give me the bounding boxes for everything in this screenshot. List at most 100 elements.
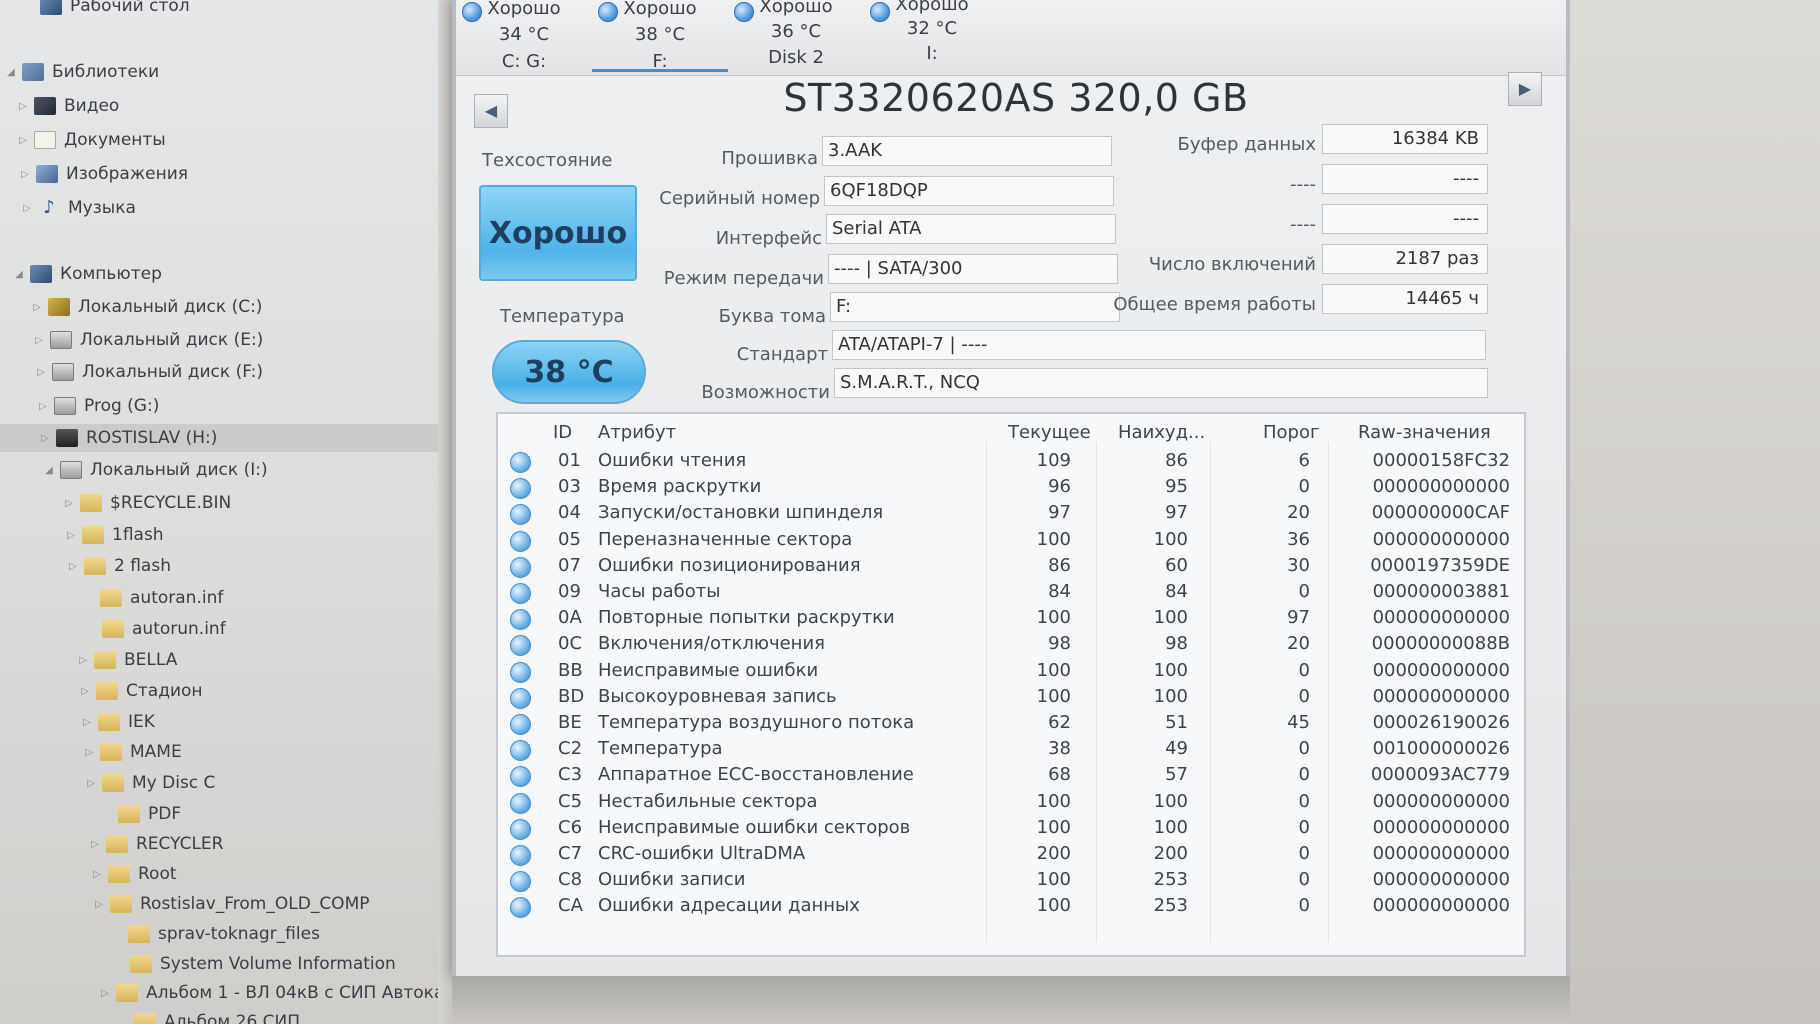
smart-id-cell[interactable]: 0A xyxy=(558,607,588,628)
smart-threshold-cell[interactable]: 0 xyxy=(1210,476,1310,497)
expand-arrow-icon[interactable]: ▷ xyxy=(66,561,80,572)
tree-item[interactable]: ▷ Root xyxy=(90,860,176,888)
smart-id-cell[interactable]: CA xyxy=(558,895,588,916)
smart-raw-cell[interactable]: 000000000000 xyxy=(1336,607,1510,628)
expand-arrow-icon[interactable]: ▷ xyxy=(80,717,94,728)
smart-worst-cell[interactable]: 100 xyxy=(1096,791,1188,812)
tree-item[interactable]: ▷ ROSTISLAV (H:) xyxy=(0,424,438,452)
expand-arrow-icon[interactable]: ▷ xyxy=(32,335,46,346)
tree-item[interactable]: ▷ Альбом 1 - ВЛ 04кВ с СИП Автокад xyxy=(98,979,452,1007)
expand-arrow-icon[interactable]: ▷ xyxy=(30,302,44,313)
tree-item[interactable]: Альбом 26 СИП xyxy=(116,1008,300,1024)
column-header-raw[interactable]: Raw-значения xyxy=(1358,422,1491,443)
smart-worst-cell[interactable]: 95 xyxy=(1096,476,1188,497)
smart-attribute-cell[interactable]: Запуски/остановки шпинделя xyxy=(598,502,978,523)
smart-id-cell[interactable]: BD xyxy=(558,686,588,707)
tree-item[interactable]: autoran.inf xyxy=(82,584,223,612)
expand-arrow-icon[interactable]: ▷ xyxy=(62,498,76,509)
tree-item[interactable]: ▷ Локальный диск (E:) xyxy=(32,326,263,354)
smart-threshold-cell[interactable]: 36 xyxy=(1210,529,1310,550)
smart-threshold-cell[interactable]: 0 xyxy=(1210,791,1310,812)
expand-arrow-icon[interactable]: ▷ xyxy=(34,367,48,378)
smart-raw-cell[interactable]: 000000000000 xyxy=(1336,869,1510,890)
smart-current-cell[interactable]: 200 xyxy=(986,843,1071,864)
smart-current-cell[interactable]: 100 xyxy=(986,817,1071,838)
tree-item[interactable]: ◢ Локальный диск (I:) xyxy=(42,456,267,484)
smart-attribute-cell[interactable]: Ошибки записи xyxy=(598,869,978,890)
smart-attribute-cell[interactable]: Ошибки позиционирования xyxy=(598,555,978,576)
tree-item[interactable]: PDF xyxy=(100,800,181,828)
smart-attribute-cell[interactable]: Температура воздушного потока xyxy=(598,712,978,733)
smart-current-cell[interactable]: 98 xyxy=(986,633,1071,654)
smart-id-cell[interactable]: 05 xyxy=(558,529,588,550)
expand-arrow-icon[interactable]: ▷ xyxy=(18,169,32,180)
smart-raw-cell[interactable]: 00000000088B xyxy=(1336,633,1510,654)
expand-arrow-icon[interactable]: ▷ xyxy=(84,778,98,789)
expand-arrow-icon[interactable]: ▷ xyxy=(76,655,90,666)
smart-raw-cell[interactable]: 000000000000 xyxy=(1336,529,1510,550)
smart-attribute-cell[interactable]: Ошибки адресации данных xyxy=(598,895,978,916)
smart-raw-cell[interactable]: 000000000000 xyxy=(1336,817,1510,838)
tree-item[interactable]: ▷ $RECYCLE.BIN xyxy=(62,489,231,517)
smart-raw-cell[interactable]: 000000000CAF xyxy=(1336,502,1510,523)
smart-attribute-cell[interactable]: Нестабильные сектора xyxy=(598,791,978,812)
expand-arrow-icon[interactable]: ▷ xyxy=(88,839,102,850)
smart-attribute-cell[interactable]: Включения/отключения xyxy=(598,633,978,654)
smart-id-cell[interactable]: 03 xyxy=(558,476,588,497)
smart-threshold-cell[interactable]: 20 xyxy=(1210,633,1310,654)
smart-worst-cell[interactable]: 49 xyxy=(1096,738,1188,759)
health-status-button[interactable]: Хорошо xyxy=(479,185,637,281)
smart-id-cell[interactable]: C2 xyxy=(558,738,588,759)
smart-raw-cell[interactable]: 000000000000 xyxy=(1336,686,1510,707)
smart-threshold-cell[interactable]: 0 xyxy=(1210,895,1310,916)
smart-threshold-cell[interactable]: 0 xyxy=(1210,843,1310,864)
tree-item[interactable]: ◢ Библиотеки xyxy=(4,58,159,86)
smart-current-cell[interactable]: 100 xyxy=(986,660,1071,681)
smart-id-cell[interactable]: C3 xyxy=(558,764,588,785)
expand-arrow-icon[interactable]: ▷ xyxy=(20,203,34,214)
smart-threshold-cell[interactable]: 0 xyxy=(1210,686,1310,707)
smart-worst-cell[interactable]: 100 xyxy=(1096,529,1188,550)
smart-id-cell[interactable]: BE xyxy=(558,712,588,733)
column-header-attribute[interactable]: Атрибут xyxy=(598,422,676,443)
tree-item[interactable]: ▷ Prog (G:) xyxy=(36,392,159,420)
smart-current-cell[interactable]: 100 xyxy=(986,607,1071,628)
smart-current-cell[interactable]: 62 xyxy=(986,712,1071,733)
tree-item[interactable]: ▷ BELLA xyxy=(76,646,177,674)
tree-item[interactable]: sprav-toknagr_files xyxy=(110,920,320,948)
smart-worst-cell[interactable]: 200 xyxy=(1096,843,1188,864)
expand-arrow-icon[interactable]: ▷ xyxy=(36,401,50,412)
smart-current-cell[interactable]: 96 xyxy=(986,476,1071,497)
tree-item[interactable]: System Volume Information xyxy=(112,950,396,978)
tree-item[interactable]: ▷ Видео xyxy=(16,92,119,120)
smart-worst-cell[interactable]: 100 xyxy=(1096,660,1188,681)
smart-current-cell[interactable]: 100 xyxy=(986,895,1071,916)
smart-attribute-cell[interactable]: Неисправимые ошибки xyxy=(598,660,978,681)
expand-arrow-icon[interactable]: ▷ xyxy=(64,530,78,541)
previous-disk-button[interactable]: ◀ xyxy=(474,94,508,128)
disk-tab-2[interactable]: Хорошо 38 °C F: xyxy=(592,0,728,72)
smart-attribute-cell[interactable]: Повторные попытки раскрутки xyxy=(598,607,978,628)
smart-id-cell[interactable]: C5 xyxy=(558,791,588,812)
smart-id-cell[interactable]: C7 xyxy=(558,843,588,864)
tree-item[interactable]: ▷ Документы xyxy=(16,126,166,154)
smart-id-cell[interactable]: 09 xyxy=(558,581,588,602)
smart-worst-cell[interactable]: 98 xyxy=(1096,633,1188,654)
smart-current-cell[interactable]: 68 xyxy=(986,764,1071,785)
tree-item[interactable]: ▷ ♪ Музыка xyxy=(20,194,136,222)
smart-attribute-cell[interactable]: Переназначенные сектора xyxy=(598,529,978,550)
disk-tab-3[interactable]: Хорошо 36 °C Disk 2 xyxy=(728,0,864,72)
smart-threshold-cell[interactable]: 30 xyxy=(1210,555,1310,576)
tree-item[interactable]: ▷ Стадион xyxy=(78,677,202,705)
tree-item[interactable]: ▷ Локальный диск (F:) xyxy=(34,358,263,386)
smart-current-cell[interactable]: 86 xyxy=(986,555,1071,576)
smart-id-cell[interactable]: 04 xyxy=(558,502,588,523)
smart-raw-cell[interactable]: 000026190026 xyxy=(1336,712,1510,733)
expanded-arrow-icon[interactable]: ◢ xyxy=(42,465,56,476)
smart-threshold-cell[interactable]: 45 xyxy=(1210,712,1310,733)
smart-threshold-cell[interactable]: 0 xyxy=(1210,660,1310,681)
smart-worst-cell[interactable]: 100 xyxy=(1096,607,1188,628)
smart-raw-cell[interactable]: 000000000000 xyxy=(1336,895,1510,916)
disk-tab-1[interactable]: Хорошо 34 °C C: G: xyxy=(456,0,592,72)
smart-id-cell[interactable]: 0C xyxy=(558,633,588,654)
